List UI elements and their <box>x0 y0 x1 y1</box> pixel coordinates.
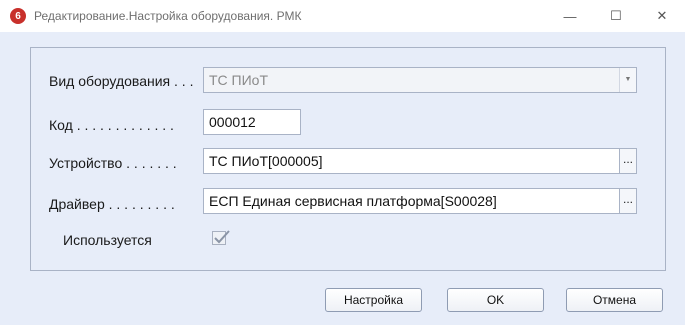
settings-button[interactable]: Настройка <box>325 288 422 312</box>
device-input[interactable]: ТС ПИоТ[000005] ... <box>203 148 637 174</box>
code-value: 000012 <box>209 114 256 130</box>
title-bar: 6 Редактирование.Настройка оборудования.… <box>0 0 685 32</box>
equipment-type-label: Вид оборудования . . . <box>49 73 194 89</box>
ok-button[interactable]: OK <box>447 288 544 312</box>
driver-label: Драйвер . . . . . . . . . <box>49 196 175 212</box>
driver-input[interactable]: ЕСП Единая сервисная платформа[S00028] .… <box>203 188 637 214</box>
window-title: Редактирование.Настройка оборудования. Р… <box>34 9 302 23</box>
chevron-down-icon[interactable]: ▼ <box>619 68 636 92</box>
in-use-checkbox[interactable] <box>212 230 230 245</box>
checkmark-icon <box>214 230 230 244</box>
driver-select-button[interactable]: ... <box>619 189 636 213</box>
driver-value: ЕСП Единая сервисная платформа[S00028] <box>209 193 497 209</box>
device-label: Устройство . . . . . . . <box>49 155 177 171</box>
in-use-label: Используется <box>63 232 152 248</box>
cancel-button[interactable]: Отмена <box>566 288 663 312</box>
minimize-button[interactable]: — <box>547 0 593 32</box>
device-value: ТС ПИоТ[000005] <box>209 153 323 169</box>
close-button[interactable]: ✕ <box>639 0 685 32</box>
device-select-button[interactable]: ... <box>619 149 636 173</box>
equipment-type-select[interactable]: ТС ПИоТ ▼ <box>203 67 637 93</box>
dialog-window: 6 Редактирование.Настройка оборудования.… <box>0 0 685 325</box>
maximize-button[interactable]: ☐ <box>593 0 639 32</box>
code-input[interactable]: 000012 <box>203 109 301 135</box>
code-label: Код . . . . . . . . . . . . . <box>49 117 174 133</box>
app-icon: 6 <box>10 8 26 24</box>
equipment-type-value: ТС ПИоТ <box>209 72 269 88</box>
